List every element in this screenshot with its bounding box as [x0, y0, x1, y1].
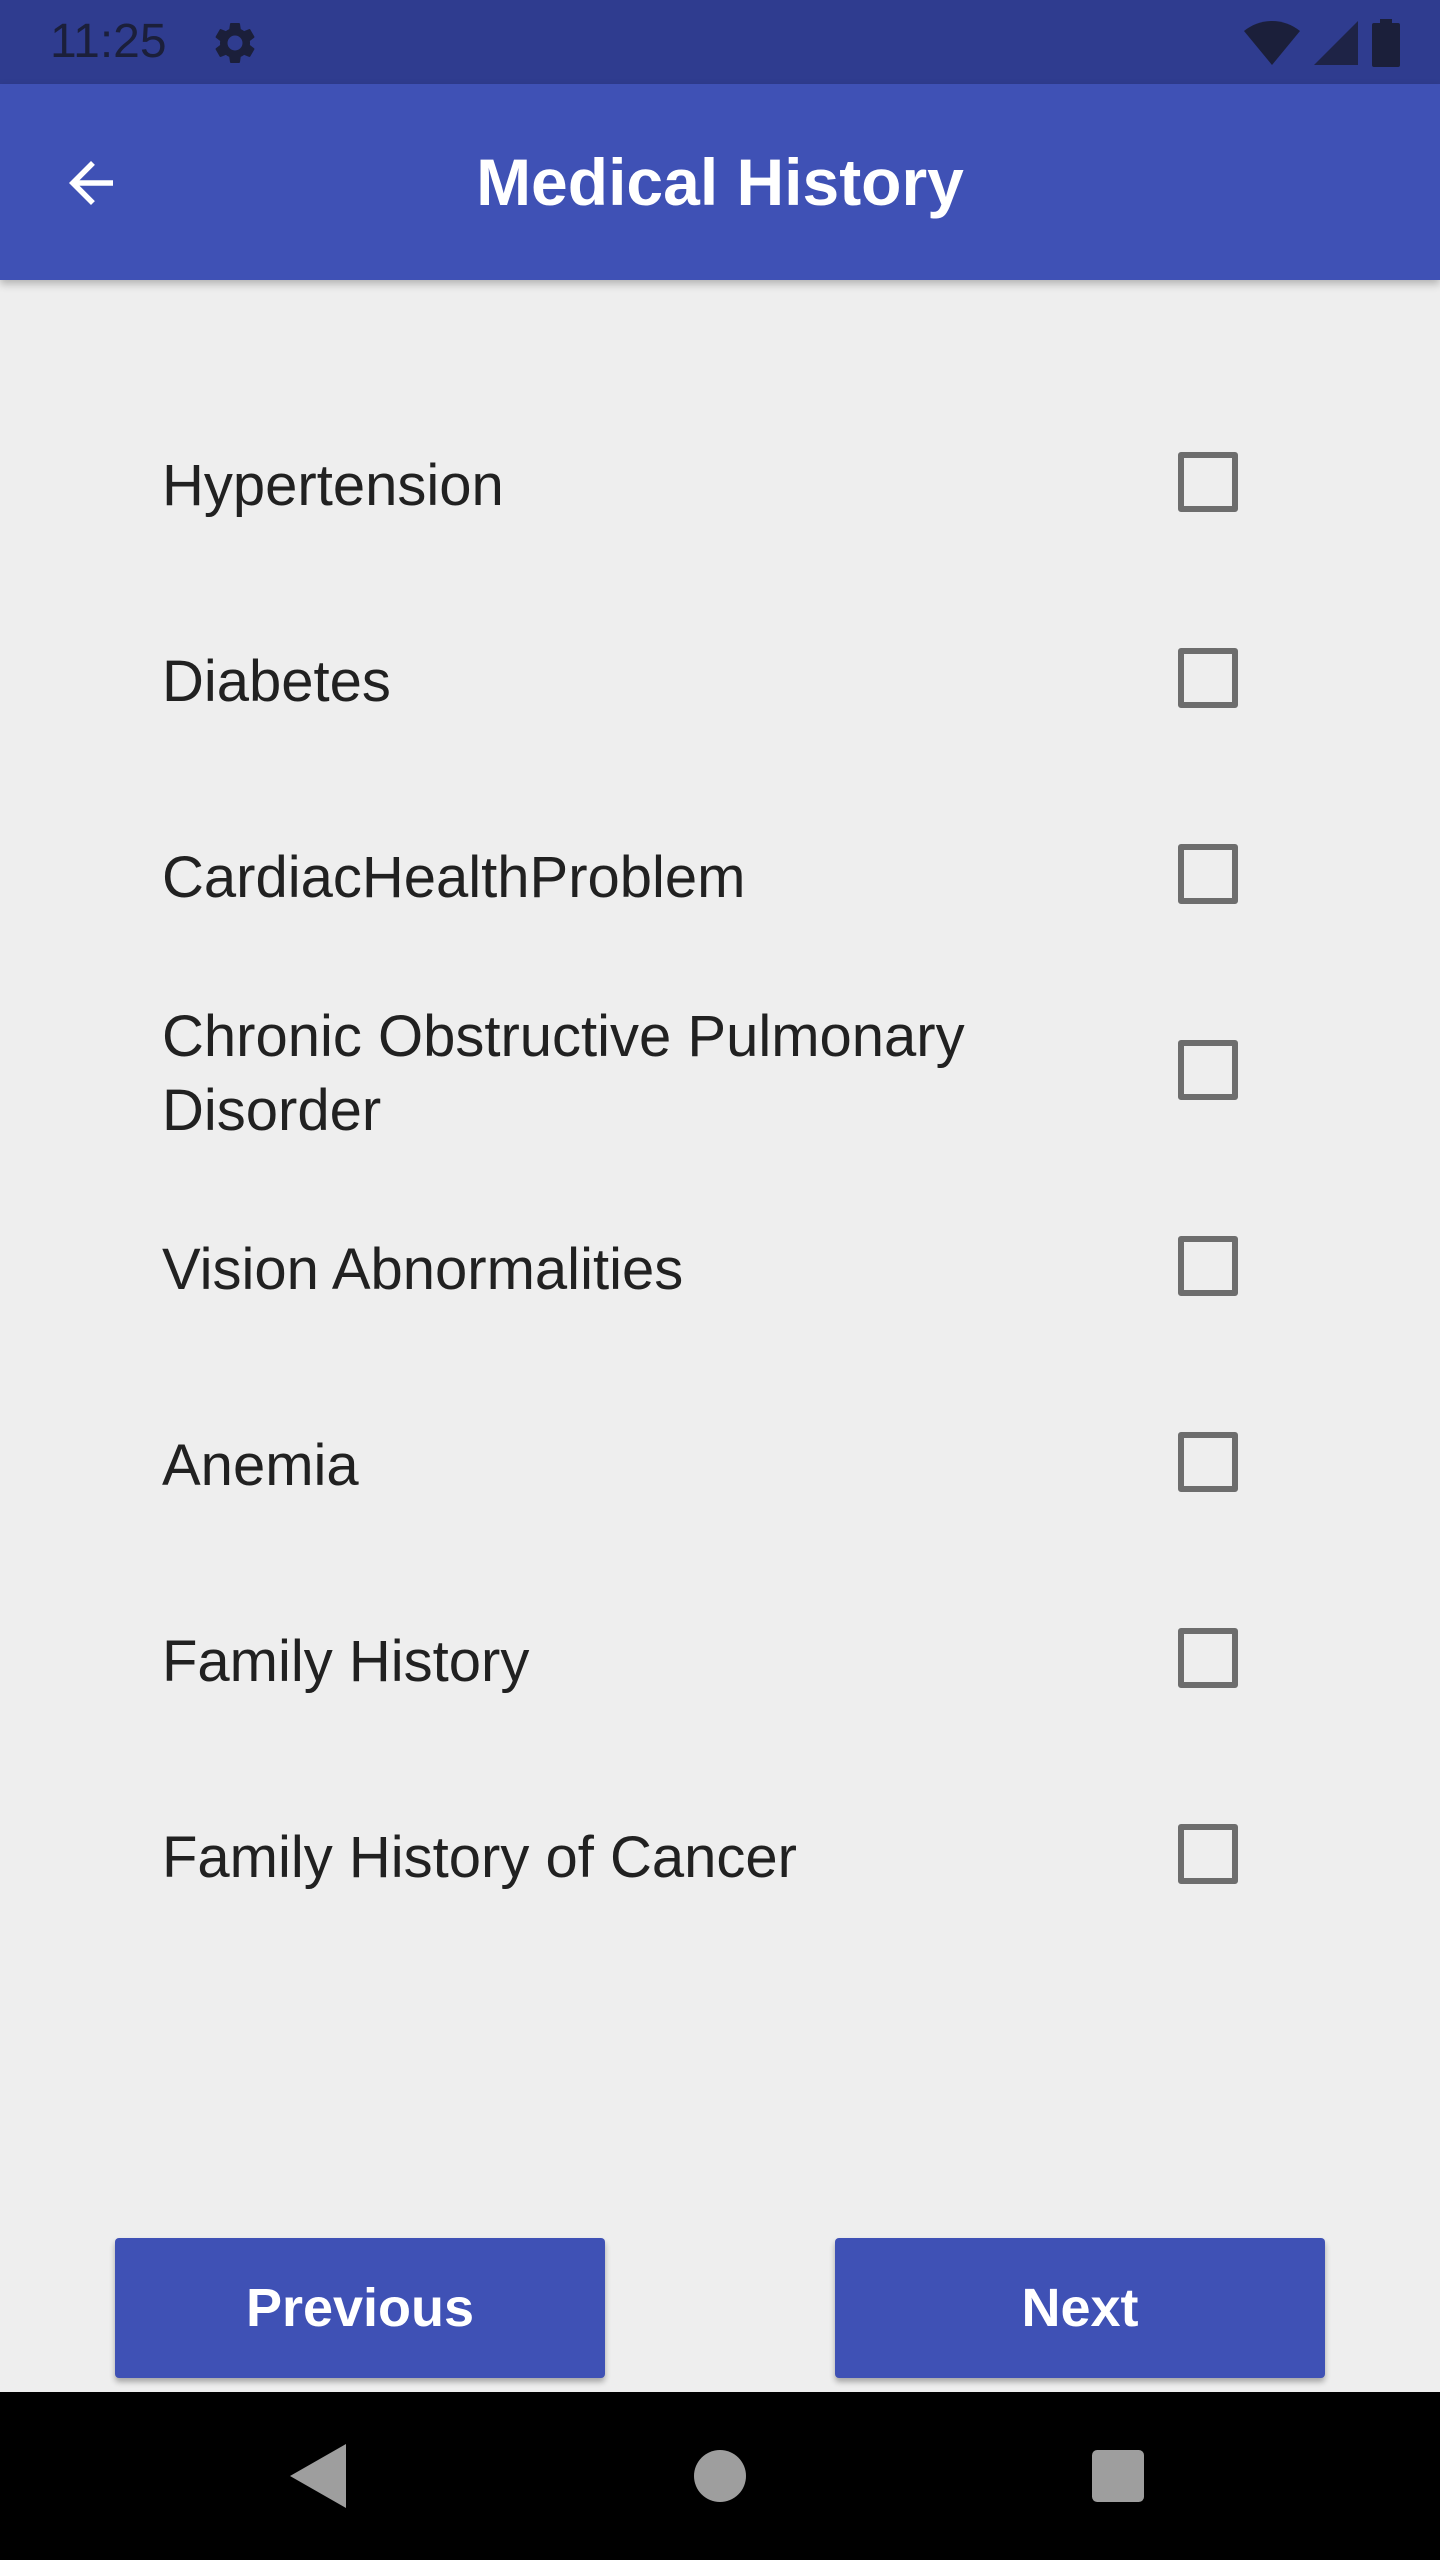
copd-checkbox[interactable]: [1178, 1040, 1238, 1100]
wifi-icon: [1244, 21, 1300, 65]
list-item-copd: Chronic Obstructive Pulmonary Disorder: [0, 976, 1440, 1172]
gear-icon: [215, 22, 255, 63]
condition-label: Family History: [162, 1629, 530, 1694]
condition-label: Chronic Obstructive Pulmonary Disorder: [162, 1004, 965, 1143]
diabetes-checkbox[interactable]: [1178, 648, 1238, 708]
list-item-anemia: Anemia: [0, 1368, 1440, 1564]
condition-label: Family History of Cancer: [162, 1825, 797, 1890]
page-title: Medical History: [476, 145, 964, 219]
status-time: 11:25: [50, 15, 167, 68]
next-button[interactable]: Next: [835, 2238, 1325, 2378]
vision-checkbox[interactable]: [1178, 1236, 1238, 1296]
back-button[interactable]: [46, 138, 136, 228]
list-item-family-history-cancer: Family History of Cancer: [0, 1760, 1440, 1956]
square-recents-icon: [1092, 2450, 1144, 2502]
condition-label: CardiacHealthProblem: [162, 845, 746, 910]
anemia-checkbox[interactable]: [1178, 1432, 1238, 1492]
battery-icon: [1372, 19, 1400, 67]
status-bar: 11:25: [0, 0, 1440, 84]
list-item-cardiac: CardiacHealthProblem: [0, 780, 1440, 976]
family-history-checkbox[interactable]: [1178, 1628, 1238, 1688]
list-item-hypertension: Hypertension: [0, 388, 1440, 584]
condition-label: Hypertension: [162, 453, 504, 518]
circle-home-icon: [694, 2450, 746, 2502]
status-icons: [1244, 18, 1400, 68]
nav-home-button[interactable]: [670, 2426, 770, 2526]
family-history-cancer-checkbox[interactable]: [1178, 1824, 1238, 1884]
nav-back-button[interactable]: [268, 2426, 368, 2526]
list-item-diabetes: Diabetes: [0, 584, 1440, 780]
cardiac-checkbox[interactable]: [1178, 844, 1238, 904]
signal-icon: [1314, 21, 1358, 65]
medical-history-screen: 11:25 Medical History Hypertension Diabe…: [0, 0, 1440, 2560]
triangle-back-icon: [290, 2444, 346, 2508]
arrow-back-icon: [69, 161, 113, 205]
list-item-family-history: Family History: [0, 1564, 1440, 1760]
list-item-vision: Vision Abnormalities: [0, 1172, 1440, 1368]
nav-recents-button[interactable]: [1068, 2426, 1168, 2526]
condition-label: Anemia: [162, 1433, 359, 1498]
condition-label: Vision Abnormalities: [162, 1237, 684, 1302]
app-bar: Medical History: [0, 84, 1440, 280]
previous-button[interactable]: Previous: [115, 2238, 605, 2378]
condition-label: Diabetes: [162, 649, 391, 714]
navigation-bar: [0, 2392, 1440, 2560]
hypertension-checkbox[interactable]: [1178, 452, 1238, 512]
